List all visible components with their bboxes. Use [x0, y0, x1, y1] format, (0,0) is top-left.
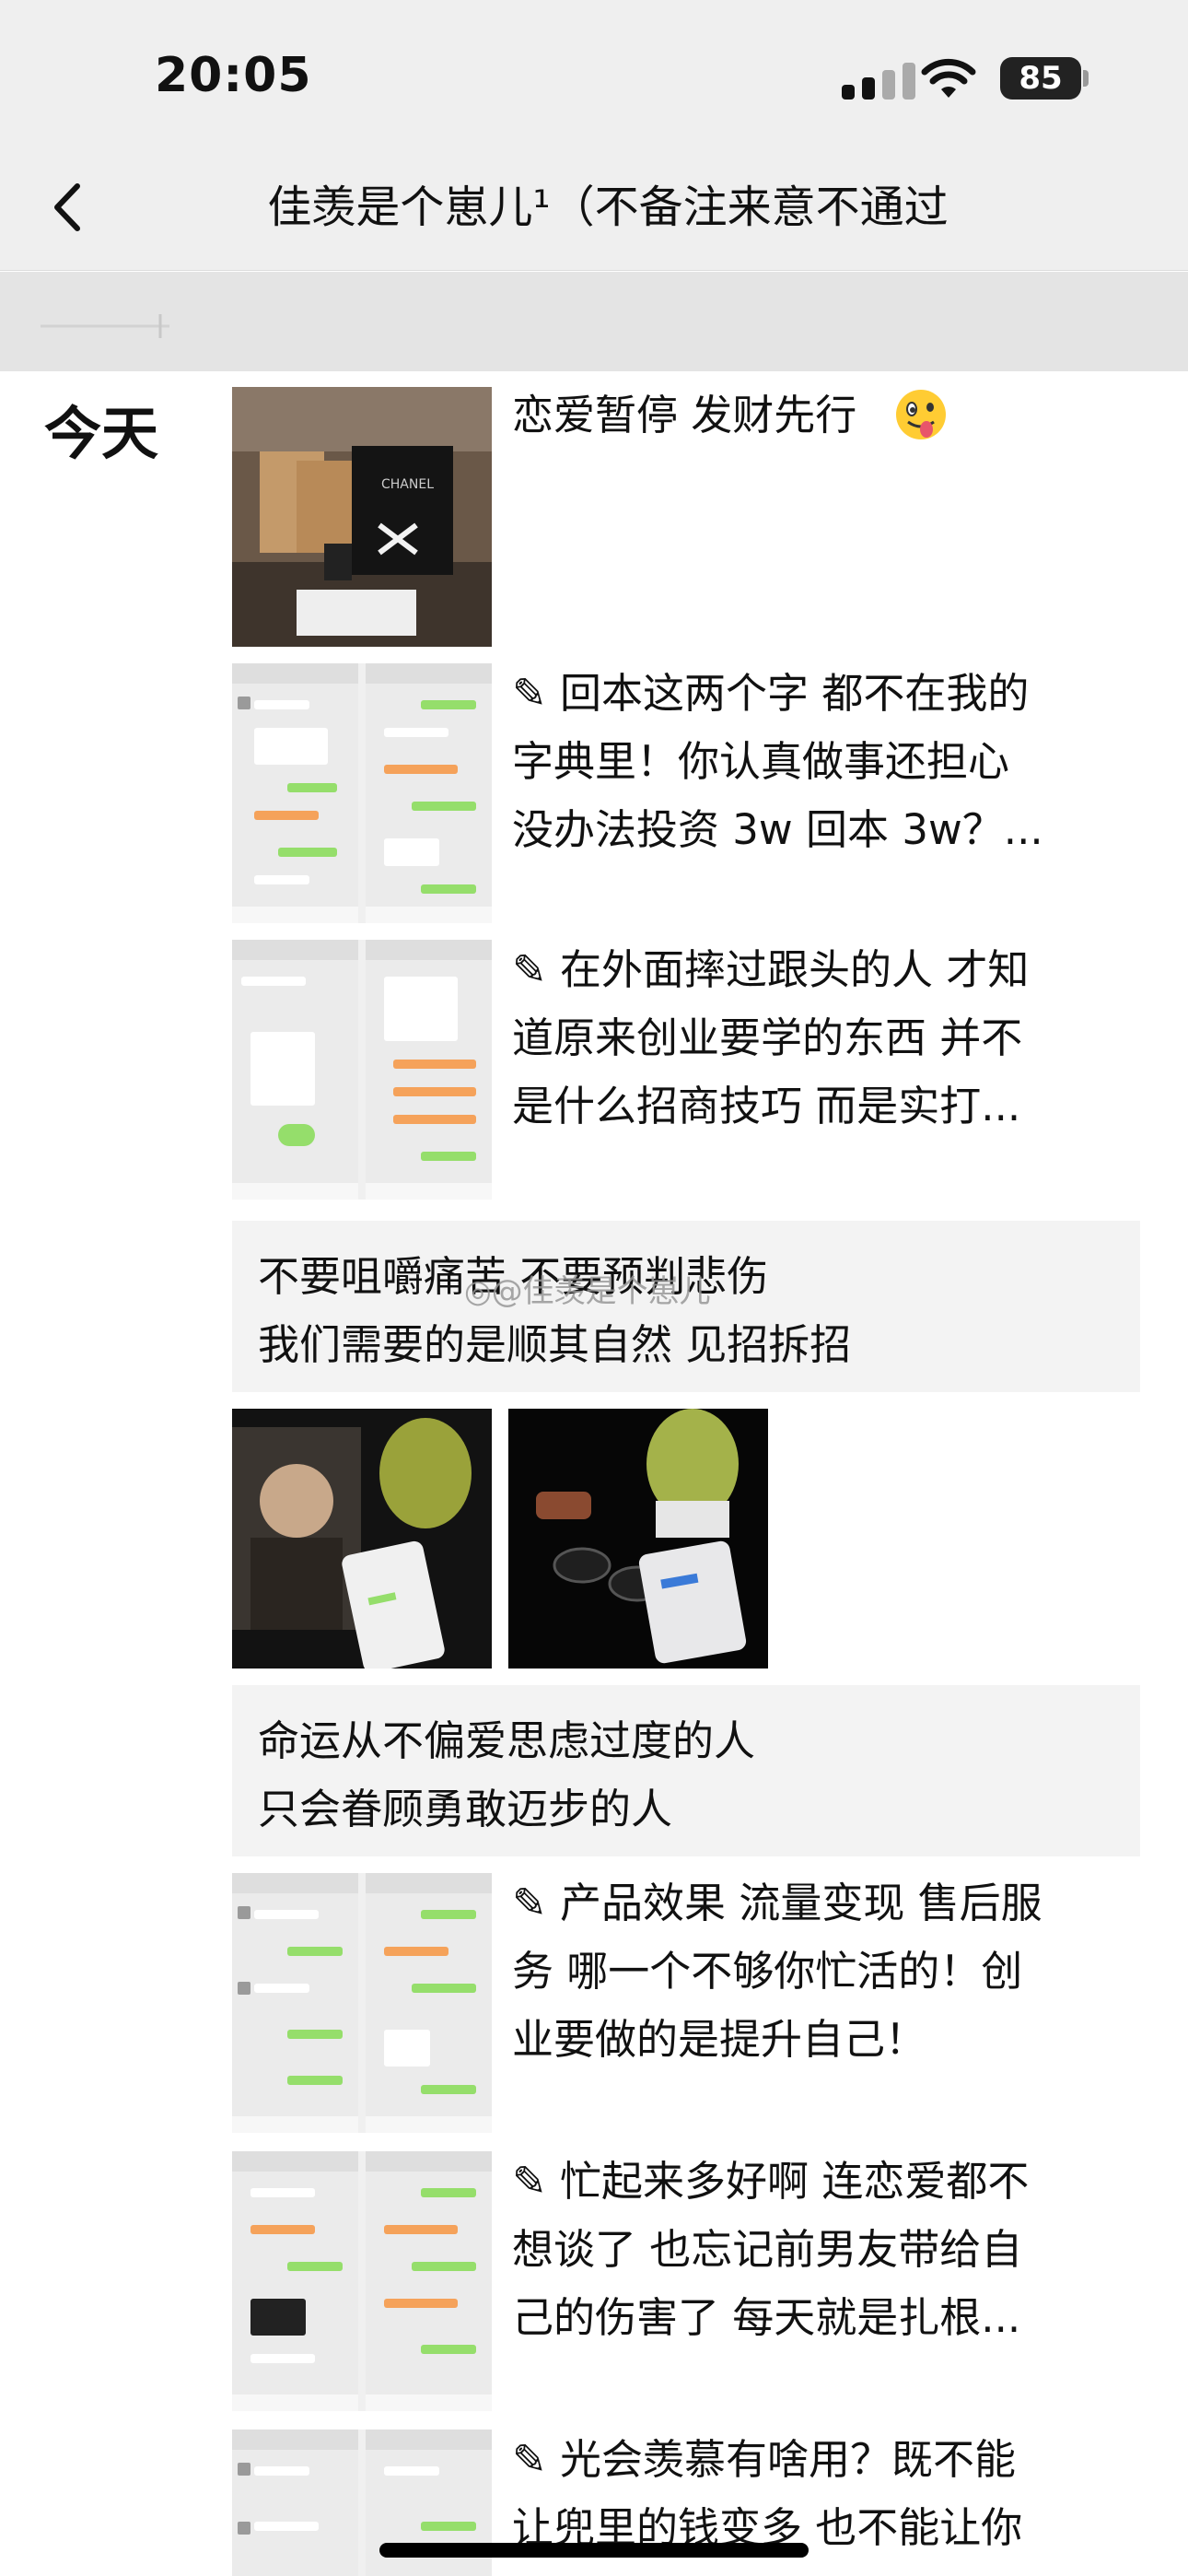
chat-screenshot: [232, 2151, 358, 2411]
date-label: 今天: [44, 400, 159, 467]
cellular-signal-icon: [842, 63, 917, 100]
post-text[interactable]: 恋爱暂停 发财先行: [512, 381, 856, 450]
post-text[interactable]: ✎ 忙起来多好啊 连恋爱都不 想谈了 也忘记前男友带给自 己的伤害了 每天就是扎…: [512, 2148, 1029, 2352]
chat-screenshot: [232, 2430, 358, 2576]
post-text[interactable]: ✎ 光会羡慕有啥用？既不能 让兜里的钱变多 也不能让你: [512, 2426, 1022, 2562]
post-photo-magazine[interactable]: [232, 1409, 492, 1669]
wifi-icon: [921, 58, 976, 98]
chat-screenshot: [232, 663, 358, 923]
post-screenshot-thumb[interactable]: [232, 2151, 492, 2411]
shopping-bags-image: CHANEL: [232, 387, 492, 647]
page-title: 佳羡是个崽儿¹（不备注来意不通过: [267, 181, 949, 233]
back-chevron-icon[interactable]: [37, 175, 101, 240]
home-indicator[interactable]: [379, 2543, 809, 2558]
chat-screenshot: [366, 663, 492, 923]
profile-cover: [0, 272, 1188, 371]
post-text[interactable]: ✎ 在外面摔过跟头的人 才知 道原来创业要学的东西 并不 是什么招商技巧 而是实…: [512, 936, 1029, 1141]
post-screenshot-thumb[interactable]: [232, 663, 492, 923]
chat-screenshot: [366, 1873, 492, 2133]
battery-cap: [1083, 70, 1089, 87]
post-text[interactable]: ✎ 回本这两个字 都不在我的 字典里！你认真做事还担心 没办法投资 3w 回本 …: [512, 660, 1043, 864]
text-post-card[interactable]: 命运从不偏爱思虑过度的人 只会眷顾勇敢迈步的人: [232, 1685, 1140, 1856]
watermark: ◎@佳羡是个崽儿: [464, 1273, 711, 1310]
status-time: 20:05: [155, 48, 312, 103]
chat-screenshot: [366, 940, 492, 1200]
post-photo-keys-phone[interactable]: [508, 1409, 768, 1669]
chat-screenshot: [366, 2151, 492, 2411]
keys-phone-image: [508, 1409, 768, 1669]
chat-screenshot: [232, 940, 358, 1200]
svg-text:CHANEL: CHANEL: [381, 477, 434, 492]
cover-decoration: [41, 314, 169, 338]
magazine-photo-image: [232, 1409, 492, 1669]
tongue-emoji-icon: [896, 390, 946, 439]
status-bar: 20:05 85: [0, 0, 1188, 147]
nav-bar: 佳羡是个崽儿¹（不备注来意不通过: [0, 147, 1188, 271]
post-photo-shopping-bags[interactable]: CHANEL: [232, 387, 492, 647]
post-screenshot-thumb[interactable]: [232, 1873, 492, 2133]
post-screenshot-thumb[interactable]: [232, 940, 492, 1200]
post-text[interactable]: ✎ 产品效果 流量变现 售后服 务 哪一个不够你忙活的！创 业要做的是提升自己！: [512, 1869, 1042, 2074]
battery-icon: 85: [1000, 57, 1081, 100]
chat-screenshot: [232, 1873, 358, 2133]
